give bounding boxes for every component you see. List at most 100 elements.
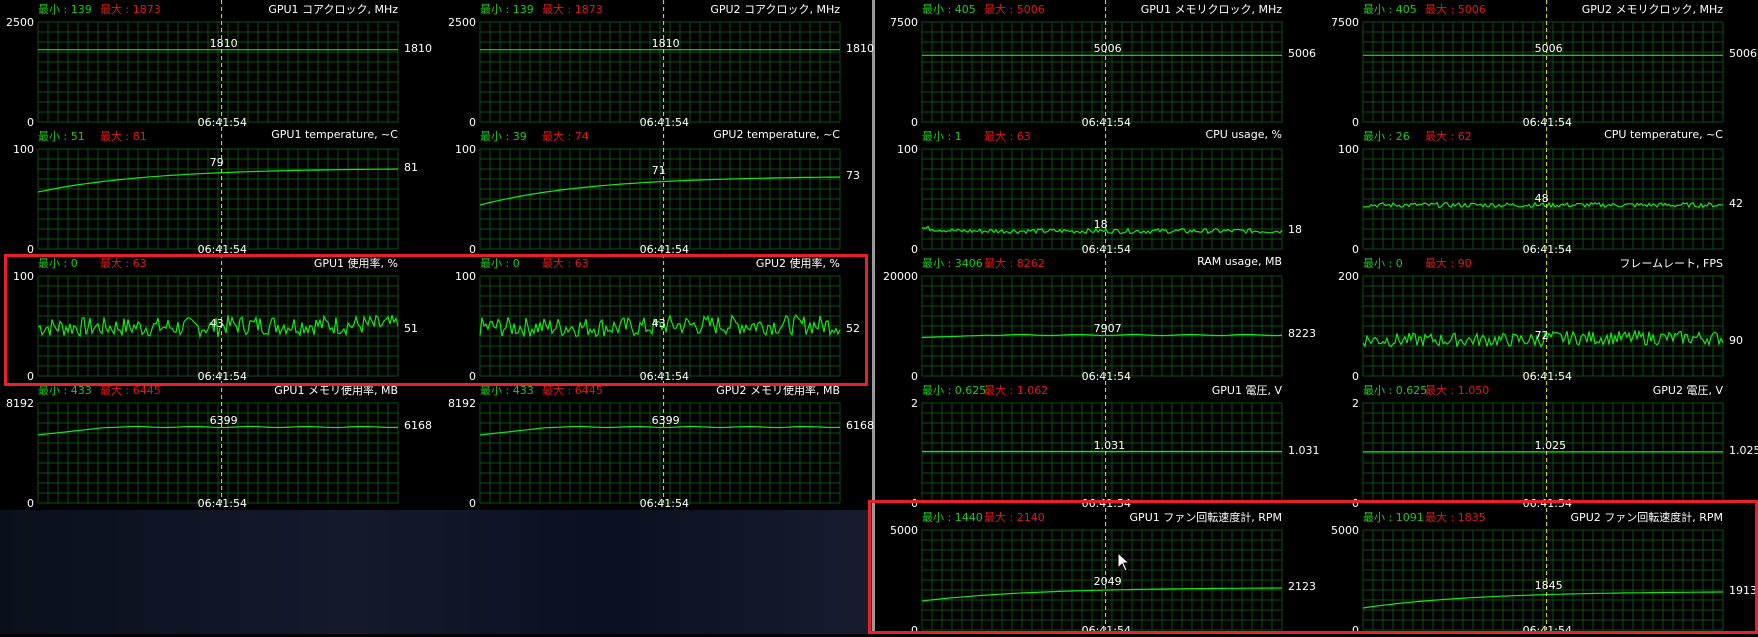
max-value-label: 最大 : 74 bbox=[542, 130, 589, 143]
min-value-label: 最小 : 39 bbox=[480, 130, 527, 143]
current-value: 18 bbox=[1288, 223, 1302, 236]
min-value-label: 最小 : 139 bbox=[480, 3, 534, 16]
max-value-label: 最大 : 62 bbox=[1425, 130, 1472, 143]
hardware-monitor-window: 最小 : 139 最大 : 1873 GPU1 コアクロック, MHz 2500 0 18… bbox=[0, 0, 1758, 637]
current-value: 90 bbox=[1729, 334, 1743, 347]
y-axis-max: 100 bbox=[455, 270, 476, 283]
max-value-label: 最大 : 1.062 bbox=[984, 384, 1049, 397]
graph-title: GPU1 ファン回転速度計, RPM bbox=[1129, 511, 1282, 524]
y-axis-max: 100 bbox=[897, 143, 918, 156]
y-axis-min: 0 bbox=[911, 624, 918, 637]
min-value-label: 最小 : 405 bbox=[922, 3, 976, 16]
graph-framerate: 最小 : 0 最大 : 90 フレームレート, FPS 200 0 90 72 06:41:5… bbox=[1325, 254, 1758, 383]
graph-title: GPU1 temperature, ~C bbox=[271, 128, 398, 141]
graph-svg bbox=[1362, 381, 1724, 504]
cursor-value: 79 bbox=[209, 156, 224, 169]
min-value-label: 最小 : 0 bbox=[480, 257, 520, 270]
graph-gpu2-fan-speed: 最小 : 1091 最大 : 1835 GPU2 ファン回転速度計, RPM 5000… bbox=[1325, 508, 1758, 637]
graph-svg bbox=[921, 381, 1283, 504]
graph-title: GPU2 ファン回転速度計, RPM bbox=[1570, 511, 1723, 524]
y-axis-max: 20000 bbox=[883, 270, 918, 283]
graph-title: GPU2 メモリ使用率, MB bbox=[716, 384, 840, 397]
current-value: 81 bbox=[404, 161, 418, 174]
cursor-time-label: 06:41:54 bbox=[1081, 624, 1131, 637]
graph-plot-area bbox=[921, 381, 1283, 504]
cursor-value: 5006 bbox=[1093, 42, 1122, 56]
cursor-value: 71 bbox=[651, 164, 666, 177]
graph-gpu2-voltage: 最小 : 0.625 最大 : 1.050 GPU2 電圧, V 2 0 1.025 1.0… bbox=[1325, 381, 1758, 510]
current-value: 1913 bbox=[1729, 584, 1757, 597]
graph-gpu1-memory-usage: 最小 : 433 最大 : 6445 GPU1 メモリ使用率, MB 8192 0 616… bbox=[0, 381, 440, 510]
max-value-label: 最大 : 63 bbox=[542, 257, 589, 270]
graph-title: CPU usage, % bbox=[1205, 128, 1282, 141]
graph-plot-area bbox=[921, 0, 1283, 123]
graph-gpu1-voltage: 最小 : 0.625 最大 : 1.062 GPU1 電圧, V 2 0 1.031 1.0… bbox=[884, 381, 1324, 510]
current-value: 1.025 bbox=[1729, 443, 1758, 457]
cursor-time-label: 06:41:54 bbox=[197, 497, 247, 510]
current-value: 42 bbox=[1729, 197, 1743, 210]
graph-cpu-temperature: 最小 : 26 最大 : 62 CPU temperature, ~C 100 0 42 4… bbox=[1325, 127, 1758, 256]
max-value-label: 最大 : 8262 bbox=[984, 257, 1045, 270]
max-value-label: 最大 : 81 bbox=[100, 130, 147, 143]
current-value: 1810 bbox=[846, 41, 874, 55]
current-value: 6168 bbox=[404, 419, 432, 432]
current-value: 1810 bbox=[404, 41, 432, 55]
min-value-label: 最小 : 433 bbox=[38, 384, 92, 397]
y-axis-max: 2500 bbox=[448, 16, 476, 29]
min-value-label: 最小 : 0.625 bbox=[1363, 384, 1428, 397]
y-axis-min: 0 bbox=[1352, 624, 1359, 637]
current-value: 5006 bbox=[1729, 47, 1757, 61]
cursor-value: 5006 bbox=[1534, 42, 1563, 56]
cursor-time-label: 06:41:54 bbox=[1522, 624, 1572, 637]
y-axis-max: 100 bbox=[455, 143, 476, 156]
max-value-label: 最大 : 63 bbox=[100, 257, 147, 270]
cursor-value: 7907 bbox=[1093, 322, 1122, 335]
cursor-value: 6399 bbox=[209, 414, 238, 427]
graph-cpu-usage: 最小 : 1 最大 : 63 CPU usage, % 100 0 18 18 06:41:5… bbox=[884, 127, 1324, 256]
min-value-label: 最小 : 139 bbox=[38, 3, 92, 16]
max-value-label: 最大 : 6445 bbox=[100, 384, 161, 397]
graph-gpu2-temperature: 最小 : 39 最大 : 74 GPU2 temperature, ~C 100 0 73… bbox=[442, 127, 882, 256]
graph-plot-area bbox=[1362, 0, 1724, 123]
cursor-value: 18 bbox=[1093, 218, 1108, 231]
graph-title: GPU2 temperature, ~C bbox=[713, 128, 840, 141]
current-value: 73 bbox=[846, 169, 860, 182]
graph-gpu2-memory-usage: 最小 : 433 最大 : 6445 GPU2 メモリ使用率, MB 8192 0 616… bbox=[442, 381, 882, 510]
y-axis-max: 7500 bbox=[890, 16, 918, 29]
current-value: 2123 bbox=[1288, 580, 1316, 593]
y-axis-max: 8192 bbox=[448, 397, 476, 410]
graph-gpu1-memory-clock: 最小 : 405 最大 : 5006 GPU1 メモリクロック, MHz 7500 0 5… bbox=[884, 0, 1324, 129]
y-axis-max: 2500 bbox=[6, 16, 34, 29]
y-axis-max: 2 bbox=[1352, 397, 1359, 410]
graph-gpu1-fan-speed: 最小 : 1440 最大 : 2140 GPU1 ファン回転速度計, RPM 5000… bbox=[884, 508, 1324, 637]
y-axis-max: 5000 bbox=[890, 524, 918, 537]
cursor-value: 1845 bbox=[1534, 579, 1563, 592]
cursor-time-label: 06:41:54 bbox=[639, 497, 689, 510]
y-axis-max: 2 bbox=[911, 397, 918, 410]
graph-ram-usage: 最小 : 3406 最大 : 8262 RAM usage, MB 20000 0 822… bbox=[883, 254, 1324, 383]
min-value-label: 最小 : 26 bbox=[1363, 130, 1410, 143]
cursor-value: 1.031 bbox=[1093, 438, 1126, 452]
graph-title: RAM usage, MB bbox=[1197, 255, 1282, 268]
desktop-background bbox=[0, 510, 872, 634]
cursor-value: 6399 bbox=[651, 414, 680, 427]
graph-plot-area bbox=[921, 127, 1283, 250]
min-value-label: 最小 : 0 bbox=[1363, 257, 1403, 270]
graph-title: GPU1 コアクロック, MHz bbox=[268, 3, 398, 16]
max-value-label: 最大 : 1873 bbox=[100, 3, 161, 16]
current-value: 6168 bbox=[846, 419, 874, 432]
min-value-label: 最小 : 1440 bbox=[922, 511, 983, 524]
y-axis-max: 8192 bbox=[6, 397, 34, 410]
min-value-label: 最小 : 51 bbox=[38, 130, 85, 143]
max-value-label: 最大 : 90 bbox=[1425, 257, 1472, 270]
graph-gpu2-core-clock: 最小 : 139 最大 : 1873 GPU2 コアクロック, MHz 2500 0 18… bbox=[442, 0, 882, 129]
max-value-label: 最大 : 1873 bbox=[542, 3, 603, 16]
min-value-label: 最小 : 1 bbox=[922, 130, 962, 143]
min-value-label: 最小 : 3406 bbox=[922, 257, 983, 270]
graph-svg bbox=[921, 0, 1283, 123]
graph-gpu1-core-clock: 最小 : 139 最大 : 1873 GPU1 コアクロック, MHz 2500 0 18… bbox=[0, 0, 440, 129]
current-value: 52 bbox=[846, 322, 860, 335]
current-value: 8223 bbox=[1288, 327, 1316, 340]
graph-title: GPU1 メモリクロック, MHz bbox=[1140, 3, 1282, 16]
cursor-value: 72 bbox=[1534, 329, 1549, 342]
